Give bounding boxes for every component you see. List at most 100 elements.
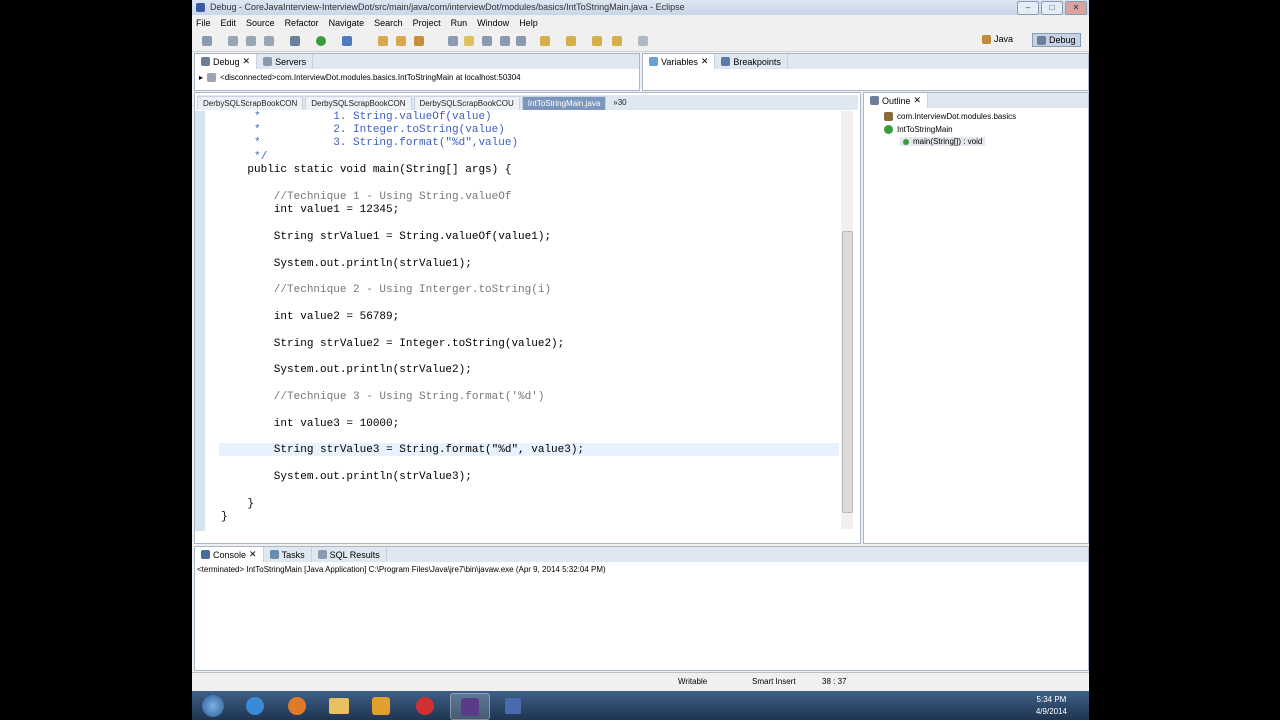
code-line: //Technique 2 - Using Interger.toString(… — [221, 284, 552, 296]
status-insert: Smart Insert — [752, 677, 796, 686]
tab-outline[interactable]: Outline ✕ — [864, 93, 929, 108]
taskbar-firefox[interactable] — [278, 693, 316, 718]
block-select-icon[interactable] — [482, 36, 492, 46]
save-icon[interactable] — [228, 36, 238, 46]
perspective-debug[interactable]: Debug — [1032, 33, 1081, 47]
close-icon[interactable]: ✕ — [701, 56, 709, 67]
ie-icon — [246, 696, 264, 715]
minimize-button[interactable]: – — [1017, 1, 1039, 15]
code-line: String strValue1 = String.valueOf(value1… — [221, 231, 552, 243]
tab-servers[interactable]: Servers — [257, 54, 314, 69]
code-line: String strValue2 = Integer.toString(valu… — [221, 338, 565, 350]
menu-file[interactable]: File — [196, 18, 211, 28]
outline-class[interactable]: IntToStringMain — [884, 125, 953, 134]
close-icon[interactable]: ✕ — [243, 56, 251, 67]
method-icon — [903, 138, 909, 145]
perspective-java[interactable]: Java — [982, 34, 1013, 44]
taskbar-app[interactable] — [406, 693, 444, 718]
variables-icon — [649, 57, 658, 66]
code-line: int value1 = 12345; — [221, 204, 400, 216]
tab-tasks[interactable]: Tasks — [264, 547, 312, 562]
floppy-icon — [505, 697, 521, 714]
clock[interactable]: 5:34 PM 4/9/2014 — [1036, 694, 1067, 718]
last-edit-icon[interactable] — [592, 36, 602, 46]
open-task-icon[interactable] — [414, 36, 424, 46]
menu-refactor[interactable]: Refactor — [285, 18, 319, 28]
console-terminated-label: <terminated> IntToStringMain [Java Appli… — [197, 565, 606, 574]
clock-time: 5:34 PM — [1036, 695, 1067, 704]
launch-icon — [207, 73, 217, 82]
print-icon[interactable] — [264, 36, 274, 46]
eclipse-taskbar-icon — [461, 697, 479, 716]
taskbar-media[interactable] — [362, 693, 400, 718]
outline-method[interactable]: main(String[]) : void — [900, 137, 986, 146]
maximize-button[interactable]: □ — [1041, 1, 1063, 15]
outline-package[interactable]: com.InterviewDot.modules.basics — [884, 112, 1016, 121]
code-area[interactable]: * 1. String.valueOf(value) * 2. Integer.… — [221, 111, 584, 523]
eclipse-icon — [196, 3, 205, 12]
taskbar-explorer[interactable] — [320, 693, 358, 718]
show-whitespace-icon[interactable] — [500, 36, 510, 46]
tab-breakpoints[interactable]: Breakpoints — [715, 54, 788, 69]
editor-tab-1[interactable]: DerbySQLScrapBookCON — [197, 95, 304, 110]
save-all-icon[interactable] — [246, 36, 256, 46]
menu-navigate[interactable]: Navigate — [329, 18, 365, 28]
code-line: //Technique 3 - Using String.format('%d'… — [221, 391, 545, 403]
expand-arrow-icon[interactable]: ▸ — [199, 73, 203, 82]
taskbar-save[interactable] — [494, 693, 532, 718]
tab-variables[interactable]: Variables ✕ — [643, 54, 716, 69]
variables-view: Variables ✕ Breakpoints — [642, 53, 1089, 91]
menu-source[interactable]: Source — [246, 18, 275, 28]
menu-window[interactable]: Window — [477, 18, 509, 28]
code-line: //Technique 1 - Using String.valueOf — [221, 191, 512, 203]
menu-search[interactable]: Search — [374, 18, 403, 28]
open-type-icon[interactable] — [396, 36, 406, 46]
debug-tree-item[interactable]: ▸ <disconnected>com.InterviewDot.modules… — [199, 73, 521, 82]
code-line: public static void main(String[] args) { — [221, 164, 512, 176]
debug-view-icon — [201, 57, 210, 66]
editor-tab-overflow[interactable]: »30 — [608, 96, 631, 109]
new-project-icon[interactable] — [378, 36, 388, 46]
window-title: Debug - CoreJavaInterview-InterviewDot/s… — [210, 2, 685, 12]
editor-vertical-scrollbar[interactable] — [841, 111, 853, 529]
tab-debug[interactable]: Debug ✕ — [195, 54, 258, 69]
taskbar-ie[interactable] — [236, 693, 274, 718]
editor-tab-2[interactable]: DerbySQLScrapBookCON — [305, 95, 412, 110]
close-button[interactable]: ✕ — [1065, 1, 1087, 15]
tab-sql-results[interactable]: SQL Results — [312, 547, 387, 562]
debug-icon[interactable] — [290, 36, 300, 46]
close-icon[interactable]: ✕ — [914, 95, 922, 106]
menu-run[interactable]: Run — [451, 18, 468, 28]
close-icon[interactable]: ✕ — [249, 549, 257, 560]
next-annotation-icon[interactable] — [540, 36, 550, 46]
taskbar-eclipse[interactable] — [450, 693, 490, 720]
code-line: int value3 = 10000; — [221, 418, 400, 430]
run-icon[interactable] — [316, 36, 326, 46]
toggle-mark-icon[interactable] — [464, 36, 474, 46]
new-icon[interactable] — [202, 36, 212, 46]
back-icon[interactable] — [612, 36, 622, 46]
menu-bar: File Edit Source Refactor Navigate Searc… — [192, 15, 1089, 30]
start-button[interactable] — [194, 693, 232, 718]
menu-project[interactable]: Project — [413, 18, 441, 28]
console-view: Console ✕ Tasks SQL Results <terminated>… — [194, 546, 1089, 671]
menu-edit[interactable]: Edit — [221, 18, 237, 28]
tasks-icon — [269, 550, 279, 559]
outline-view: Outline ✕ com.InterviewDot.modules.basic… — [863, 92, 1089, 544]
firefox-icon — [288, 696, 306, 715]
status-mode: Writable — [678, 677, 708, 686]
pilcrow-icon[interactable] — [516, 36, 526, 46]
editor-tab-3[interactable]: DerbySQLScrapBookCOU — [413, 95, 520, 110]
tab-console[interactable]: Console ✕ — [195, 547, 264, 562]
prev-annotation-icon[interactable] — [566, 36, 576, 46]
taskbar: 5:34 PM 4/9/2014 — [192, 691, 1089, 720]
code-line: */ — [221, 151, 268, 163]
scroll-thumb[interactable] — [842, 231, 853, 513]
eclipse-window: Debug - CoreJavaInterview-InterviewDot/s… — [192, 0, 1089, 691]
search-icon[interactable] — [448, 36, 458, 46]
external-tools-icon[interactable] — [342, 36, 352, 46]
menu-help[interactable]: Help — [519, 18, 538, 28]
forward-icon[interactable] — [638, 36, 648, 46]
code-line: String strValue3 = String.format("%d", v… — [221, 444, 585, 456]
editor-tab-active[interactable]: IntToStringMain.java — [521, 95, 607, 110]
